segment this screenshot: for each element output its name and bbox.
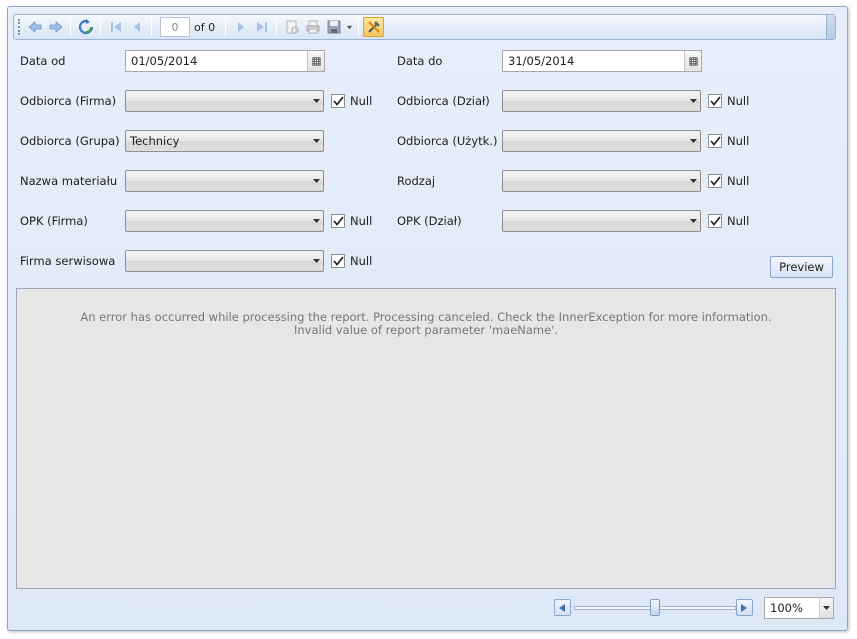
date-from-field[interactable]: 01/05/2014: [125, 50, 325, 72]
back-icon[interactable]: [24, 17, 45, 37]
check-icon: [708, 214, 722, 228]
null-label: Null: [350, 214, 373, 228]
recipient-user-select[interactable]: [502, 130, 701, 152]
date-from-value: 01/05/2014: [131, 54, 198, 68]
opk-company-select[interactable]: [125, 210, 324, 232]
toolbar-separator: [100, 18, 101, 36]
error-message: An error has occurred while processing t…: [17, 311, 835, 337]
chevron-down-icon: [819, 598, 833, 618]
dropdown-icon[interactable]: [344, 17, 354, 37]
previous-page-icon[interactable]: [126, 17, 147, 37]
toolbar-separator: [151, 18, 152, 36]
recipient-department-label: Odbiorca (Dział): [397, 94, 490, 108]
recipient-department-select[interactable]: [502, 90, 701, 112]
chevron-down-icon: [686, 179, 700, 183]
zoom-out-icon[interactable]: [554, 599, 571, 616]
error-line-2: Invalid value of report parameter 'maeNa…: [293, 323, 559, 337]
toolbar-separator: [276, 18, 278, 36]
recipient-department-null-checkbox[interactable]: Null: [708, 94, 749, 108]
recipient-group-value: Technicy: [130, 134, 180, 148]
check-icon: [708, 94, 722, 108]
chevron-down-icon: [686, 99, 700, 103]
null-label: Null: [727, 134, 750, 148]
opk-company-null-checkbox[interactable]: Null: [331, 214, 372, 228]
calendar-icon[interactable]: [307, 51, 324, 71]
calendar-icon[interactable]: [684, 51, 701, 71]
date-to-field[interactable]: 31/05/2014: [502, 50, 702, 72]
type-label: Rodzaj: [397, 174, 436, 188]
type-select[interactable]: [502, 170, 701, 192]
preview-button[interactable]: Preview: [770, 256, 833, 278]
chevron-down-icon: [309, 99, 323, 103]
date-from-label: Data od: [20, 54, 66, 68]
type-null-checkbox[interactable]: Null: [708, 174, 749, 188]
null-label: Null: [727, 214, 750, 228]
null-label: Null: [727, 94, 750, 108]
check-icon: [331, 254, 345, 268]
material-name-label: Nazwa materiału: [20, 174, 118, 188]
toolbar: of 0: [13, 14, 836, 40]
toolbar-separator: [225, 18, 227, 36]
recipient-group-select[interactable]: Technicy: [125, 130, 324, 152]
opk-department-label: OPK (Dział): [397, 214, 462, 228]
null-label: Null: [350, 254, 373, 268]
material-name-select[interactable]: [125, 170, 324, 192]
page-setup-icon[interactable]: [281, 17, 302, 37]
recipient-user-null-checkbox[interactable]: Null: [708, 134, 749, 148]
service-company-null-checkbox[interactable]: Null: [331, 254, 372, 268]
toolbar-separator: [70, 18, 71, 36]
service-company-label: Firma serwisowa: [20, 254, 116, 268]
page-number-input[interactable]: [160, 17, 190, 37]
last-page-icon[interactable]: [251, 17, 272, 37]
chevron-down-icon: [309, 179, 323, 183]
recipient-company-null-checkbox[interactable]: Null: [331, 94, 372, 108]
opk-department-null-checkbox[interactable]: Null: [708, 214, 749, 228]
check-icon: [331, 94, 345, 108]
refresh-icon[interactable]: [75, 17, 96, 37]
parameters-toggle-icon[interactable]: [363, 17, 385, 37]
recipient-company-select[interactable]: [125, 90, 324, 112]
recipient-company-label: Odbiorca (Firma): [20, 94, 117, 108]
first-page-icon[interactable]: [105, 17, 126, 37]
chevron-down-icon: [686, 219, 700, 223]
chevron-down-icon: [686, 139, 700, 143]
chevron-down-icon: [309, 139, 323, 143]
date-to-value: 31/05/2014: [508, 54, 575, 68]
next-page-icon[interactable]: [230, 17, 251, 37]
print-icon[interactable]: [302, 17, 323, 37]
null-label: Null: [727, 174, 750, 188]
chevron-down-icon: [309, 259, 323, 263]
toolbar-grip[interactable]: [18, 19, 21, 35]
zoom-select[interactable]: 100%: [764, 597, 834, 619]
opk-company-label: OPK (Firma): [20, 214, 88, 228]
check-icon: [708, 174, 722, 188]
date-to-label: Data do: [397, 54, 443, 68]
zoom-slider[interactable]: [554, 599, 756, 616]
zoom-value: 100%: [770, 601, 803, 615]
service-company-select[interactable]: [125, 250, 324, 272]
forward-icon[interactable]: [45, 17, 66, 37]
chevron-down-icon: [309, 219, 323, 223]
report-area: An error has occurred while processing t…: [16, 288, 836, 589]
null-label: Null: [350, 94, 373, 108]
recipient-user-label: Odbiorca (Użytk.): [397, 134, 498, 148]
toolbar-separator: [358, 18, 360, 36]
zoom-in-icon[interactable]: [736, 599, 753, 616]
page-count-label: of 0: [194, 20, 216, 34]
save-icon[interactable]: [323, 17, 344, 37]
opk-department-select[interactable]: [502, 210, 701, 232]
zoom-thumb[interactable]: [650, 599, 660, 616]
recipient-group-label: Odbiorca (Grupa): [20, 134, 120, 148]
check-icon: [708, 134, 722, 148]
check-icon: [331, 214, 345, 228]
toolbar-overflow[interactable]: [826, 15, 835, 39]
